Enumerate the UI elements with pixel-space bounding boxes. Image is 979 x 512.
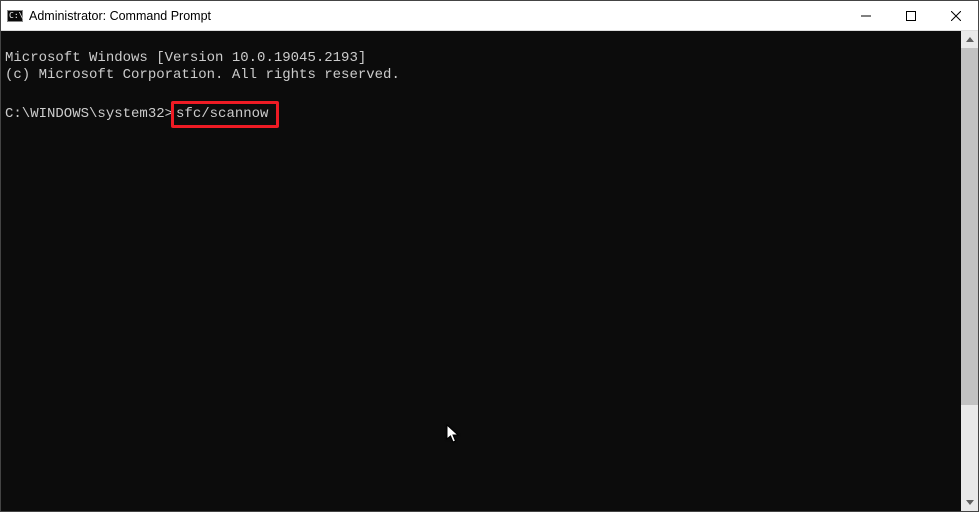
command-text: sfc/scannow [176,106,268,122]
svg-text:C:\: C:\ [9,11,23,20]
scroll-up-button[interactable] [961,31,978,48]
cmd-icon: C:\ [7,8,23,24]
prompt-text: C:\WINDOWS\system32> [5,106,173,122]
window-frame: C:\ Administrator: Command Prompt Micros… [0,0,979,512]
maximize-button[interactable] [888,1,933,30]
close-button[interactable] [933,1,978,30]
vertical-scrollbar[interactable] [961,31,978,511]
scroll-thumb[interactable] [961,48,978,405]
console-line: (c) Microsoft Corporation. All rights re… [5,67,400,83]
scroll-down-button[interactable] [961,494,978,511]
window-controls [843,1,978,30]
console-area: Microsoft Windows [Version 10.0.19045.21… [1,31,978,511]
minimize-button[interactable] [843,1,888,30]
command-highlight: sfc/scannow [171,101,279,128]
console-output[interactable]: Microsoft Windows [Version 10.0.19045.21… [1,31,961,511]
window-title: Administrator: Command Prompt [29,9,843,23]
titlebar[interactable]: C:\ Administrator: Command Prompt [1,1,978,31]
console-line: Microsoft Windows [Version 10.0.19045.21… [5,50,366,66]
scroll-track[interactable] [961,48,978,494]
